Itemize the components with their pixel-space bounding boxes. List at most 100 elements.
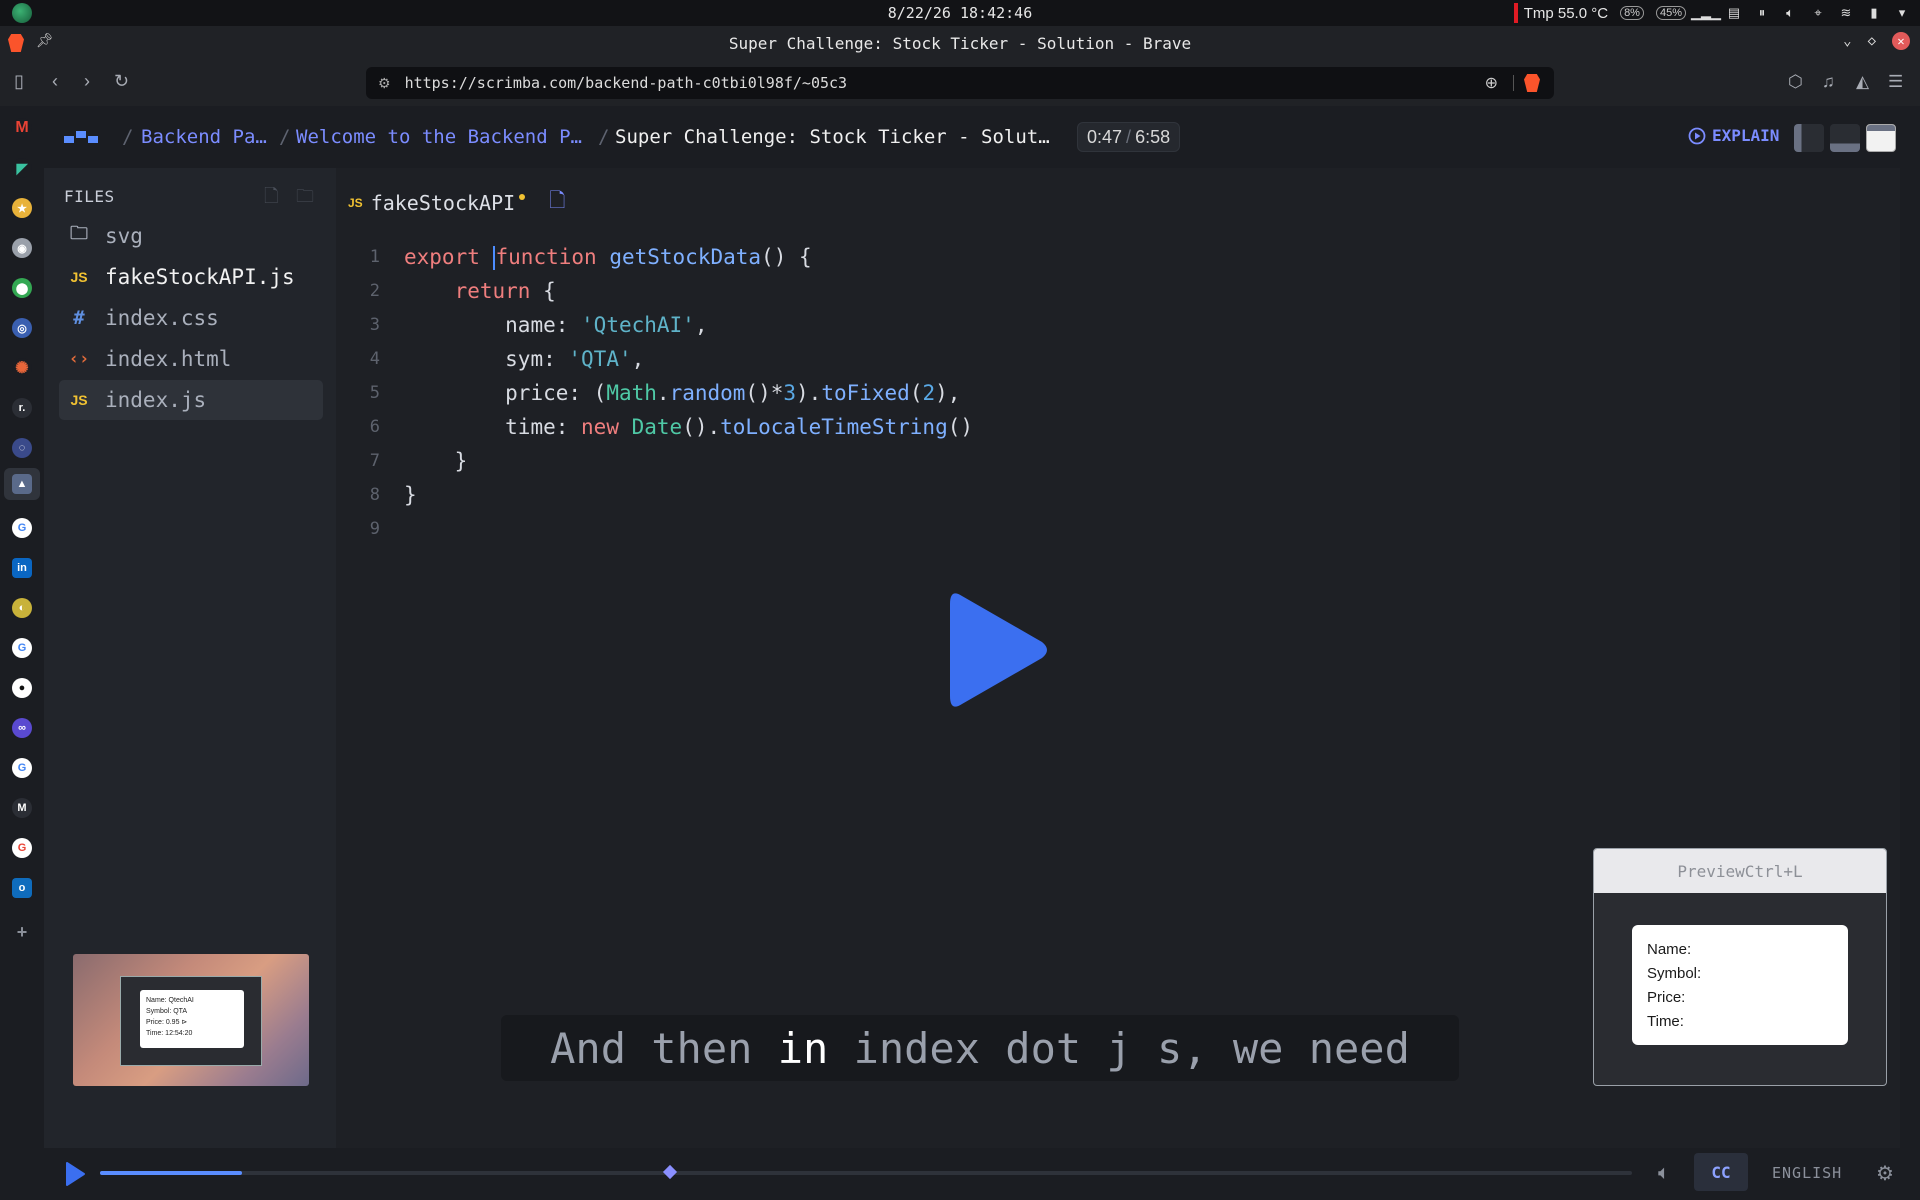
sidebar-toggle-icon[interactable]: ▯ xyxy=(14,71,24,92)
wallet-icon[interactable]: ◭ xyxy=(1856,72,1869,92)
outlook-icon[interactable]: o xyxy=(12,878,32,898)
star-app-icon[interactable]: ★ xyxy=(12,198,32,218)
thumbnail-name: Name: QtechAI xyxy=(146,997,194,1004)
file-item-index-html[interactable]: ‹› index.html xyxy=(59,339,323,379)
line-number: 5 xyxy=(369,383,380,403)
explain-button[interactable]: EXPLAIN xyxy=(1688,126,1779,145)
new-folder-icon[interactable]: 🗀︎ xyxy=(296,184,314,214)
app-icon-2[interactable]: ◎ xyxy=(12,318,32,338)
wifi-icon[interactable]: ≋ xyxy=(1838,5,1854,21)
memory-usage: 45% xyxy=(1655,6,1686,20)
preview-name-label: Name: xyxy=(1647,941,1692,958)
app-icon[interactable]: ◤ xyxy=(12,158,32,178)
zoom-icon[interactable]: ⊕ xyxy=(1485,73,1498,93)
preview-price-label: Price: xyxy=(1647,989,1686,1006)
volume-icon[interactable]: 🔈︎ xyxy=(1782,5,1798,21)
site-settings-icon[interactable]: ⚙ xyxy=(378,75,391,92)
breadcrumb-item-course[interactable]: Backend Pa… xyxy=(141,126,267,148)
preview-title[interactable]: PreviewCtrl+L xyxy=(1594,849,1886,893)
cc-button[interactable]: CC xyxy=(1694,1153,1748,1191)
linkedin-icon[interactable]: in xyxy=(12,558,32,578)
r-app-icon[interactable]: r. xyxy=(12,398,32,418)
code-content[interactable]: 1 export function getStockData() { 2 retu… xyxy=(336,240,1900,546)
maximize-icon[interactable]: ◇ xyxy=(1868,33,1876,49)
files-header: FILES xyxy=(64,187,115,206)
battery-icon[interactable]: ▮ xyxy=(1866,5,1882,21)
app-icon-3[interactable]: ◌ xyxy=(12,438,32,458)
pause-icon[interactable]: ⏸ xyxy=(1754,5,1770,21)
brave-shields-icon[interactable] xyxy=(1524,74,1540,92)
chevron-down-icon[interactable]: ▾ xyxy=(1894,5,1910,21)
google-icon-3[interactable]: G xyxy=(12,758,32,778)
code-line: 3 name: 'QtechAI', xyxy=(336,308,1900,342)
explain-label: EXPLAIN xyxy=(1712,126,1780,145)
file-item-svg[interactable]: 🗀︎ svg xyxy=(59,216,323,256)
google-icon-4[interactable]: G xyxy=(12,838,32,858)
preview-symbol-label: Symbol: xyxy=(1647,965,1702,982)
url-text[interactable]: https://scrimba.com/backend-path-c0tbi0l… xyxy=(405,74,848,92)
progress-track[interactable] xyxy=(100,1164,1632,1180)
language-selector[interactable]: ENGLISH xyxy=(1772,1164,1842,1182)
code-line: 2 return { xyxy=(336,274,1900,308)
editor-tab-fakestockapi[interactable]: JS fakeStockAPI 🗋︎ xyxy=(348,186,565,220)
preview-panel[interactable]: PreviewCtrl+L Name: Symbol: Price: Time: xyxy=(1593,848,1887,1086)
github-icon[interactable]: ● xyxy=(12,678,32,698)
add-icon[interactable]: + xyxy=(12,922,32,942)
location-icon[interactable]: ⌖ xyxy=(1810,5,1826,21)
time-display: 0:47 / 6:58 xyxy=(1077,122,1181,152)
play-icon[interactable] xyxy=(64,1161,86,1187)
app-icon-4[interactable]: ◐ xyxy=(12,598,32,618)
chapter-marker[interactable] xyxy=(662,1164,677,1180)
scrimba-app-icon[interactable]: ▲ xyxy=(12,474,32,494)
app-icon-5[interactable]: ∞ xyxy=(12,718,32,738)
breadcrumb-item-module[interactable]: Welcome to the Backend P… xyxy=(296,126,582,148)
file-name: index.js xyxy=(105,388,207,412)
line-number: 3 xyxy=(369,315,380,335)
minimize-icon[interactable]: ⌄ xyxy=(1843,33,1851,49)
subtitle-caption: And then in index dot j s, we need xyxy=(501,1015,1459,1081)
circle-app-icon[interactable]: ◉ xyxy=(12,238,32,258)
scrimba-logo-icon[interactable] xyxy=(64,130,100,144)
file-item-index-js[interactable]: JS index.js xyxy=(59,380,323,420)
new-file-icon[interactable]: 🗋︎ xyxy=(264,184,278,214)
file-item-fakestockapi[interactable]: JS fakeStockAPI.js xyxy=(59,257,323,297)
menu-icon[interactable]: ☰ xyxy=(1888,72,1903,92)
network-graph-icon: ▁▂▁ xyxy=(1691,5,1721,20)
line-number: 2 xyxy=(369,281,380,301)
file-item-index-css[interactable]: # index.css xyxy=(59,298,323,338)
code-line: 7 } xyxy=(336,444,1900,478)
volume-icon[interactable]: 🔈︎ xyxy=(1658,1162,1670,1185)
forward-icon[interactable]: › xyxy=(84,71,90,92)
extensions-icon[interactable]: ⬡ xyxy=(1788,72,1803,92)
google-icon[interactable]: G xyxy=(12,518,32,538)
layout-bottom-button[interactable] xyxy=(1830,124,1860,152)
burst-app-icon[interactable]: ✺ xyxy=(12,358,32,378)
gmail-icon[interactable]: M xyxy=(12,118,32,138)
brave-logo-icon xyxy=(8,34,24,52)
layout-sidebar-button[interactable] xyxy=(1794,124,1824,152)
code-text: time: new Date().toLocaleTimeString() xyxy=(505,415,974,439)
big-play-icon[interactable] xyxy=(942,588,1052,712)
back-icon[interactable]: ‹ xyxy=(52,71,58,92)
close-icon[interactable]: ✕ xyxy=(1892,32,1910,50)
html-file-icon: ‹› xyxy=(68,349,90,369)
pin-icon[interactable]: 📌︎ xyxy=(36,33,54,49)
tab-label: fakeStockAPI xyxy=(370,191,516,215)
player-controls: 🔈︎ CC ENGLISH ⚙ xyxy=(44,1148,1920,1200)
clipboard-icon[interactable]: ▤ xyxy=(1726,5,1742,21)
code-line: 1 export function getStockData() { xyxy=(336,240,1900,274)
address-bar[interactable]: ⚙ https://scrimba.com/backend-path-c0tbi… xyxy=(366,67,1554,99)
m-app-icon[interactable]: M xyxy=(12,798,32,818)
gear-icon[interactable]: ⚙ xyxy=(1876,1161,1894,1186)
maps-icon[interactable]: ⬤ xyxy=(12,278,32,298)
progress-fill xyxy=(100,1171,243,1175)
code-line: 9 xyxy=(336,512,1900,546)
layout-preview-button[interactable] xyxy=(1866,124,1896,152)
new-file-tab-icon[interactable]: 🗋︎ xyxy=(549,186,565,220)
reload-icon[interactable]: ↻ xyxy=(114,71,129,92)
files-sidebar: FILES 🗋︎ 🗀︎ 🗀︎ svg JS fakeStockAPI.js # … xyxy=(44,168,336,1148)
google-icon-2[interactable]: G xyxy=(12,638,32,658)
line-number: 6 xyxy=(369,417,380,437)
video-thumbnail[interactable]: Name: QtechAI Symbol: QTA Price: 0.95 ⊳ … xyxy=(73,954,309,1086)
media-icon[interactable]: ♫ xyxy=(1822,72,1835,92)
